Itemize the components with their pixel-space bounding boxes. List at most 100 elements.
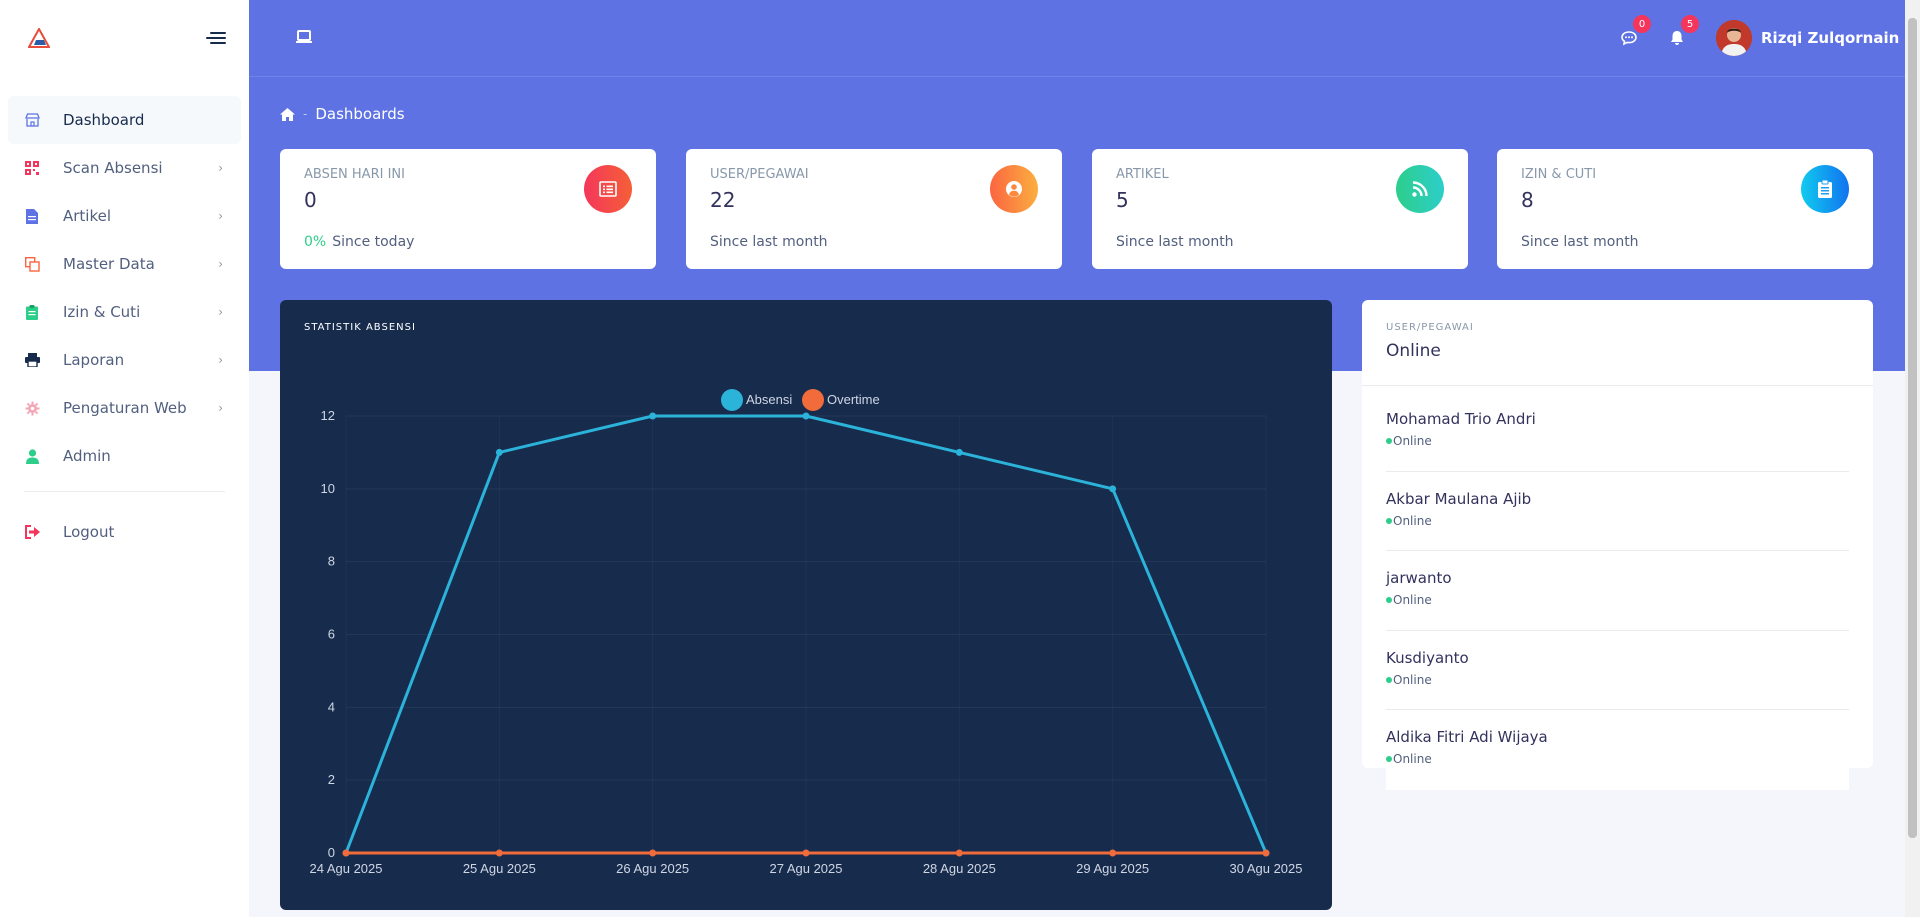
sidebar-item-dashboard[interactable]: Dashboard bbox=[8, 96, 241, 144]
logout-section: Logout bbox=[8, 508, 241, 556]
status-dot-icon bbox=[1386, 676, 1392, 683]
sidebar-item-scan-absensi[interactable]: Scan Absensi › bbox=[8, 144, 241, 192]
chevron-right-icon: › bbox=[218, 257, 223, 271]
y-tick-label: 6 bbox=[328, 627, 335, 642]
status-text: Online bbox=[1393, 434, 1432, 448]
clipboard-icon bbox=[24, 304, 40, 320]
stat-value: 5 bbox=[1116, 188, 1129, 212]
data-point bbox=[495, 448, 503, 456]
clipboard-check-icon bbox=[1801, 165, 1849, 213]
sidebar-item-artikel[interactable]: Artikel › bbox=[8, 192, 241, 240]
menu-toggle-icon[interactable] bbox=[206, 32, 226, 46]
status-dot-icon bbox=[1386, 517, 1392, 524]
qrcode-icon bbox=[24, 160, 40, 176]
chevron-right-icon: › bbox=[218, 209, 223, 223]
status-dot-icon bbox=[1386, 438, 1392, 444]
stat-card-absen[interactable]: ABSEN HARI INI 0 0% Since today bbox=[280, 149, 656, 269]
status-text: Online bbox=[1393, 752, 1432, 766]
logout-link[interactable]: Logout bbox=[8, 508, 241, 556]
stat-card-izin-cuti[interactable]: IZIN & CUTI 8 Since last month bbox=[1497, 149, 1873, 269]
sidebar-item-izin-cuti[interactable]: Izin & Cuti › bbox=[8, 288, 241, 336]
online-divider bbox=[1362, 385, 1873, 386]
page-scrollbar[interactable] bbox=[1905, 0, 1920, 917]
user-name: Aldika Fitri Adi Wijaya bbox=[1386, 728, 1548, 746]
list-item[interactable]: Kusdiyanto Online bbox=[1386, 631, 1849, 710]
data-point bbox=[649, 412, 657, 420]
sidebar-item-admin[interactable]: Admin bbox=[8, 432, 241, 480]
logout-label: Logout bbox=[63, 523, 115, 541]
legend-label: Overtime bbox=[827, 392, 880, 407]
list-item[interactable]: jarwanto Online bbox=[1386, 551, 1849, 631]
legend-marker bbox=[802, 389, 824, 411]
user-name: Akbar Maulana Ajib bbox=[1386, 489, 1532, 508]
x-tick-label: 27 Agu 2025 bbox=[769, 861, 842, 876]
data-point bbox=[649, 849, 657, 857]
data-point bbox=[495, 849, 503, 857]
legend-label: Absensi bbox=[746, 392, 792, 407]
y-tick-label: 12 bbox=[321, 408, 335, 423]
store-icon bbox=[24, 112, 40, 128]
list-item[interactable]: Akbar Maulana Ajib Online bbox=[1386, 472, 1849, 551]
user-status: Online bbox=[1386, 514, 1849, 528]
gear-icon bbox=[24, 400, 40, 416]
stat-title: USER/PEGAWAI bbox=[710, 167, 809, 182]
y-tick-label: 8 bbox=[328, 554, 335, 569]
sidebar-item-label: Master Data bbox=[63, 255, 155, 273]
chevron-right-icon: › bbox=[218, 353, 223, 367]
stat-percent: 0% bbox=[304, 234, 327, 250]
sidebar-item-laporan[interactable]: Laporan › bbox=[8, 336, 241, 384]
user-icon bbox=[24, 448, 40, 464]
notifications-badge: 5 bbox=[1681, 15, 1699, 33]
breadcrumb: - Dashboards bbox=[280, 105, 405, 123]
list-item[interactable]: Mohamad Trio Andri Online bbox=[1386, 392, 1849, 472]
chat-icon[interactable] bbox=[1621, 30, 1637, 46]
stat-value: 8 bbox=[1521, 188, 1534, 212]
header-divider bbox=[249, 76, 1920, 77]
data-point bbox=[802, 849, 810, 857]
sidebar-item-label: Dashboard bbox=[63, 111, 145, 129]
stat-value: 22 bbox=[710, 188, 736, 212]
list-icon bbox=[584, 165, 632, 213]
copy-icon bbox=[24, 256, 40, 272]
avatar[interactable] bbox=[1716, 20, 1752, 56]
sidebar: Dashboard Scan Absensi › Artikel › Maste… bbox=[0, 0, 249, 917]
user-name[interactable]: Rizqi Zulqornain bbox=[1761, 29, 1899, 47]
sidebar-item-label: Izin & Cuti bbox=[63, 303, 141, 321]
user-status: Online bbox=[1386, 593, 1849, 607]
attendance-line-chart[interactable]: 0 2 4 6 8 10 12 24 Agu 2025 25 Agu 2025 26 Agu 20… bbox=[280, 300, 1332, 910]
stat-title: ARTIKEL bbox=[1116, 167, 1169, 182]
stat-card-artikel[interactable]: ARTIKEL 5 Since last month bbox=[1092, 149, 1468, 269]
sidebar-nav: Dashboard Scan Absensi › Artikel › Maste… bbox=[8, 96, 241, 480]
sidebar-item-label: Scan Absensi bbox=[63, 159, 163, 177]
online-list-overflow bbox=[1386, 768, 1849, 790]
x-tick-label: 29 Agu 2025 bbox=[1076, 861, 1149, 876]
user-circle-icon bbox=[990, 165, 1038, 213]
breadcrumb-current[interactable]: Dashboards bbox=[315, 105, 404, 123]
sign-out-icon bbox=[24, 524, 40, 540]
sidebar-item-master-data[interactable]: Master Data › bbox=[8, 240, 241, 288]
home-icon[interactable] bbox=[280, 107, 295, 121]
sidebar-item-label: Laporan bbox=[63, 351, 125, 369]
status-dot-icon bbox=[1386, 597, 1392, 603]
sidebar-item-label: Pengaturan Web bbox=[63, 399, 187, 417]
file-icon bbox=[24, 208, 40, 224]
data-point bbox=[955, 849, 963, 857]
status-text: Online bbox=[1393, 513, 1432, 528]
stat-card-user[interactable]: USER/PEGAWAI 22 Since last month bbox=[686, 149, 1062, 269]
user-name: Kusdiyanto bbox=[1386, 648, 1469, 667]
scrollbar-thumb[interactable] bbox=[1908, 18, 1917, 838]
online-users-card: USER/PEGAWAI Online Mohamad Trio Andri O… bbox=[1362, 300, 1873, 768]
status-text: Online bbox=[1393, 593, 1432, 607]
y-tick-label: 10 bbox=[321, 481, 335, 496]
status-dot-icon bbox=[1386, 756, 1392, 762]
x-tick-label: 25 Agu 2025 bbox=[463, 861, 536, 876]
stat-value: 0 bbox=[304, 188, 317, 212]
laptop-icon[interactable] bbox=[296, 30, 312, 44]
app-logo-icon[interactable] bbox=[28, 28, 50, 48]
bell-icon[interactable] bbox=[1669, 30, 1685, 46]
chevron-right-icon: › bbox=[218, 401, 223, 415]
chevron-right-icon: › bbox=[218, 305, 223, 319]
y-tick-label: 2 bbox=[328, 772, 335, 787]
sidebar-item-pengaturan-web[interactable]: Pengaturan Web › bbox=[8, 384, 241, 432]
x-tick-label: 26 Agu 2025 bbox=[616, 861, 689, 876]
